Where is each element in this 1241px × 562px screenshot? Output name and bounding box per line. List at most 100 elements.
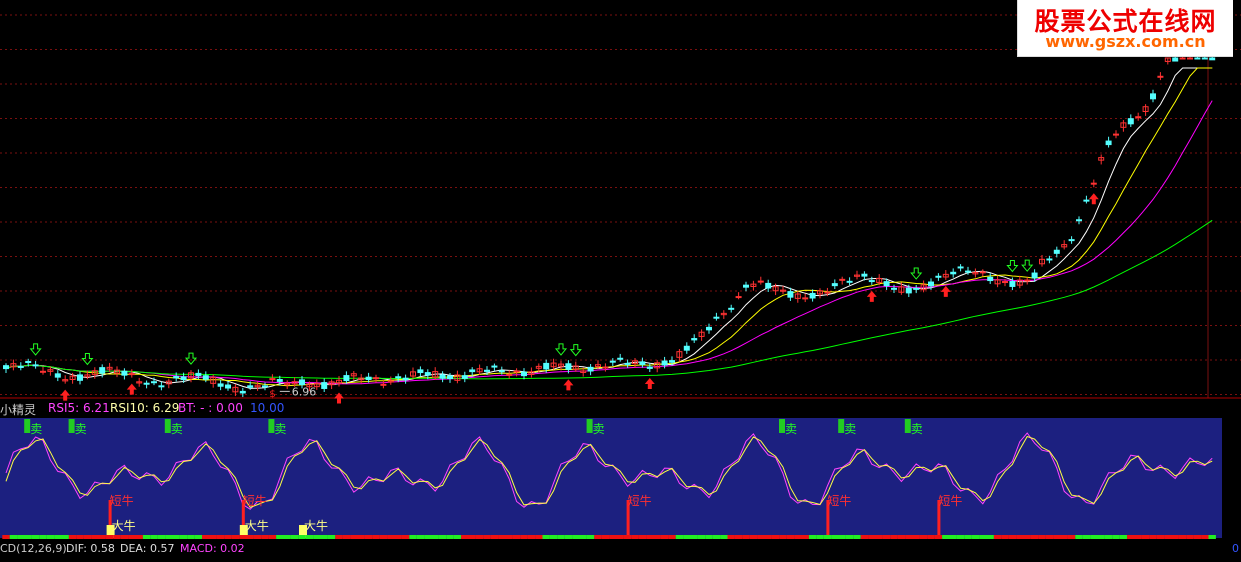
candle (831, 279, 838, 289)
candle-body (506, 373, 513, 376)
candle (40, 366, 46, 375)
macd-strip-segment (1164, 535, 1172, 539)
macd-strip-segment (890, 535, 898, 539)
macd-strip-segment (165, 535, 173, 539)
macd-strip-segment (202, 535, 210, 539)
candle-body (40, 370, 46, 373)
macd-strip-segment (1178, 535, 1187, 539)
candle-body (957, 266, 964, 269)
candle-body (99, 367, 106, 374)
macd-dea: DEA: 0.57 (120, 542, 175, 555)
candle-body (846, 280, 853, 283)
candle-body (484, 369, 490, 372)
candle-body (439, 374, 446, 379)
candle (269, 374, 276, 382)
candle-body (765, 282, 772, 289)
candle-body (883, 281, 890, 287)
macd-strip-segment (446, 535, 454, 539)
macd-strip-segment (364, 535, 373, 539)
candle (284, 380, 291, 390)
macd-strip-segment (475, 535, 484, 539)
macd-strip-segment (1090, 535, 1098, 539)
candle (439, 371, 446, 383)
macd-strip-segment (1112, 535, 1120, 539)
candle-body (1127, 118, 1134, 125)
candle (1127, 114, 1134, 127)
sell-arrow-icon (29, 343, 42, 356)
macd-bar (2, 535, 1216, 539)
macd-strip-segment (209, 535, 217, 539)
candle (602, 363, 609, 372)
sell-label: 卖 (785, 422, 797, 436)
macd-strip-segment (882, 535, 891, 539)
candle-body (380, 383, 387, 386)
macd-strip-segment (1141, 535, 1150, 539)
candle-body (1076, 219, 1082, 222)
macd-strip-segment (905, 535, 913, 539)
candle (935, 273, 942, 281)
candle-body (691, 338, 698, 341)
candle-body (661, 360, 668, 366)
candle (1120, 120, 1127, 132)
macd-strip-segment (823, 535, 832, 539)
macd-strip-segment (216, 535, 225, 539)
macd-strip-segment (283, 535, 291, 539)
candle-body (602, 366, 609, 369)
candle (350, 371, 357, 381)
candle-body (950, 271, 957, 275)
macd-strip-segment (150, 535, 158, 539)
macd-strip-segment (549, 535, 558, 539)
macd-strip-segment (668, 535, 676, 539)
candle-body (565, 363, 572, 370)
indicator-name: 小精灵 (0, 403, 37, 417)
candle-body (373, 377, 379, 380)
candle-body (461, 375, 468, 379)
candle (691, 334, 698, 343)
candle (402, 374, 409, 384)
candle (1090, 179, 1097, 188)
macd-strip-segment (757, 535, 765, 539)
candle (387, 376, 394, 385)
big-bull-label: 大牛 (304, 518, 328, 533)
macd-strip-segment (1016, 535, 1024, 539)
macd-strip-segment (964, 535, 972, 539)
candle-body (180, 376, 187, 381)
sell-label: 卖 (171, 422, 183, 436)
sell-arrow-icon (554, 343, 568, 356)
indicator-panel: 卖 卖 卖 卖 卖 卖 卖 卖短牛 短牛 短牛 短牛 短牛大牛 大牛 大牛 (0, 418, 1222, 538)
macd-strip-segment (631, 535, 639, 539)
macd-strip-segment (120, 535, 129, 539)
macd-strip-segment (46, 535, 55, 539)
candle-body (928, 281, 934, 287)
candle (128, 369, 135, 378)
macd-strip-segment (1119, 535, 1128, 539)
candle (987, 273, 994, 284)
candle-body (1083, 199, 1090, 202)
macd-strip-segment (794, 535, 802, 539)
short-bull-label: 短牛 (110, 493, 134, 508)
candle (1142, 104, 1149, 116)
macd-strip-segment (934, 535, 943, 539)
candle (328, 379, 335, 390)
candle-body (1209, 57, 1216, 61)
macd-strip-segment (979, 535, 987, 539)
macd-strip-segment (623, 535, 632, 539)
candle-body (25, 361, 32, 364)
candle-body (143, 382, 150, 385)
candle (1157, 72, 1164, 81)
candle (979, 269, 986, 277)
macd-dif: DIF: 0.58 (66, 542, 115, 555)
macd-strip-segment (505, 535, 513, 539)
macd-strip-segment (512, 535, 521, 539)
price-grid (0, 0, 1241, 399)
candle (942, 270, 949, 280)
candle-body (32, 364, 39, 367)
candle (728, 304, 735, 313)
candle (136, 377, 143, 387)
candle-body (683, 345, 690, 351)
candle (720, 310, 727, 319)
candle-body (321, 382, 328, 389)
macd-strip-segment (912, 535, 920, 539)
candle (217, 380, 224, 391)
macd-strip-segment (646, 535, 654, 539)
